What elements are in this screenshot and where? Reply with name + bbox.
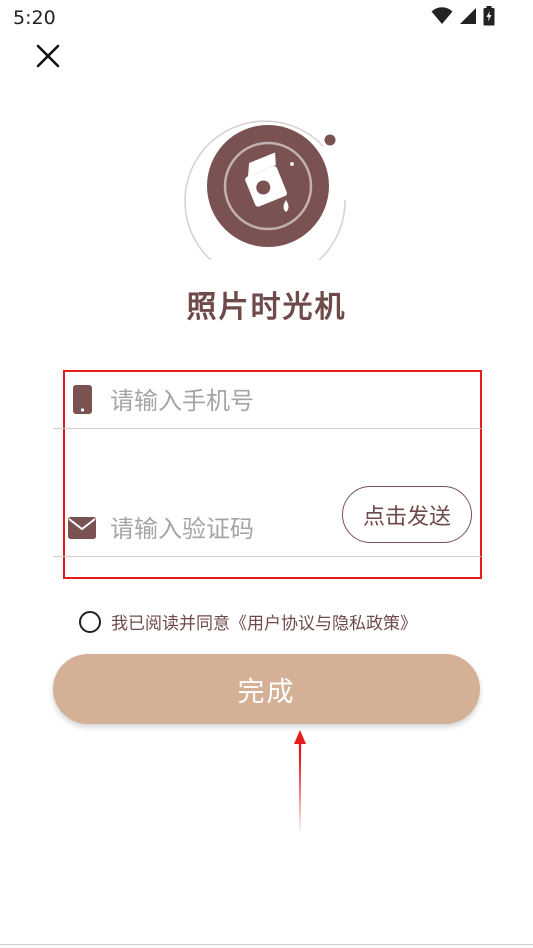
battery-icon: [483, 6, 495, 26]
wifi-icon: [431, 7, 453, 24]
status-bar: 5:20: [0, 0, 533, 36]
close-icon: [36, 44, 60, 68]
close-button[interactable]: [34, 42, 62, 70]
photo-bag-icon: [184, 120, 346, 282]
submit-button[interactable]: 完成: [53, 654, 480, 724]
app-title: 照片时光机: [186, 290, 347, 325]
mail-icon: [68, 517, 96, 539]
bottom-divider: [0, 944, 533, 945]
phone-icon: [73, 385, 92, 414]
agreement-text[interactable]: 我已阅读并同意《用户协议与隐私政策》: [111, 609, 417, 634]
phone-divider: [53, 428, 481, 429]
login-screen: 5:20 照片时光机 请输入手机号 请输入验证码 点击发送 我已阅读并同意《用户…: [0, 0, 533, 948]
verification-code-input[interactable]: [110, 512, 330, 546]
code-divider: [53, 556, 481, 557]
send-code-button[interactable]: 点击发送: [342, 486, 472, 543]
annotation-arrow-icon: [294, 730, 306, 834]
phone-input[interactable]: [110, 384, 350, 418]
agreement-radio[interactable]: [79, 610, 101, 633]
app-logo: [183, 120, 351, 282]
status-time: 5:20: [13, 7, 56, 29]
agreement-row: 我已阅读并同意《用户协议与隐私政策》: [79, 609, 417, 634]
signal-icon: [460, 8, 476, 24]
status-icons: [431, 6, 495, 26]
